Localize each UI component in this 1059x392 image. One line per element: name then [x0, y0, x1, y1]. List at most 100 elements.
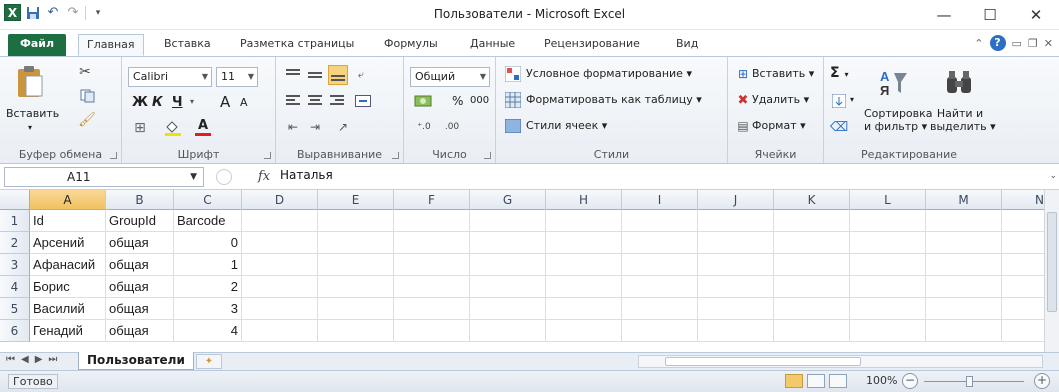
cell-N5[interactable] [1002, 298, 1044, 320]
minimize-button[interactable]: — [921, 0, 967, 30]
cell-F5[interactable] [394, 298, 470, 320]
cell-L6[interactable] [850, 320, 926, 342]
tab-page-layout[interactable]: Разметка страницы [232, 34, 362, 56]
cell-H2[interactable] [546, 232, 622, 254]
cell-I2[interactable] [622, 232, 698, 254]
align-center-icon[interactable] [306, 93, 324, 109]
page-break-view-button[interactable] [829, 374, 847, 388]
align-bottom-icon[interactable] [328, 65, 348, 85]
column-header[interactable]: I [622, 190, 698, 210]
cell-M2[interactable] [926, 232, 1002, 254]
bold-button[interactable]: Ж [132, 95, 148, 110]
delete-cells-button[interactable]: Удалить ▾ [752, 93, 809, 106]
cell-B4[interactable]: общая [106, 276, 174, 298]
zoom-level[interactable]: 100% [866, 374, 897, 387]
fill-dropdown-icon[interactable]: ▾ [850, 95, 854, 104]
cell-C3[interactable]: 1 [174, 254, 242, 276]
tab-view[interactable]: Вид [668, 34, 706, 56]
help-icon[interactable]: ? [989, 35, 1006, 51]
cell-F2[interactable] [394, 232, 470, 254]
sheet-tab-active[interactable]: Пользователи [78, 352, 194, 370]
cell-C4[interactable]: 2 [174, 276, 242, 298]
zoom-in-button[interactable]: + [1034, 373, 1050, 389]
cell-H3[interactable] [546, 254, 622, 276]
cell-I4[interactable] [622, 276, 698, 298]
vertical-scroll-thumb[interactable] [1047, 212, 1057, 312]
row-header[interactable]: 6 [0, 320, 30, 342]
cell-L4[interactable] [850, 276, 926, 298]
cell-K1[interactable] [774, 210, 850, 232]
cell-A3[interactable]: Афанасий [30, 254, 106, 276]
cell-E3[interactable] [318, 254, 394, 276]
format-as-table-button[interactable]: Форматировать как таблицу ▾ [526, 93, 702, 106]
cell-J5[interactable] [698, 298, 774, 320]
merge-center-icon[interactable] [352, 93, 374, 109]
collapse-ribbon-icon[interactable]: ⌃ [974, 37, 983, 50]
cell-L2[interactable] [850, 232, 926, 254]
horizontal-scrollbar[interactable] [638, 355, 1043, 368]
page-layout-view-button[interactable] [807, 374, 825, 388]
insert-sheet-icon[interactable]: ✦ [196, 354, 222, 369]
zoom-slider-thumb[interactable] [966, 376, 973, 387]
clear-icon[interactable]: ⌫ [830, 119, 848, 135]
shrink-font-button[interactable]: A [240, 96, 248, 109]
row-header[interactable]: 1 [0, 210, 30, 232]
cell-A2[interactable]: Арсений [30, 232, 106, 254]
insert-cells-icon[interactable]: ⊞ [734, 65, 752, 83]
conditional-formatting-icon[interactable] [504, 65, 522, 83]
vertical-scrollbar[interactable] [1044, 190, 1059, 352]
insert-function-button[interactable]: fx [258, 169, 270, 184]
next-sheet-icon[interactable]: ▶ [35, 354, 43, 365]
find-select-label-1[interactable]: Найти и [930, 107, 990, 120]
cell-N1[interactable] [1002, 210, 1044, 232]
cell-B6[interactable]: общая [106, 320, 174, 342]
text-orientation-icon[interactable]: ↗ [332, 119, 354, 135]
cell-D6[interactable] [242, 320, 318, 342]
cell-I5[interactable] [622, 298, 698, 320]
cell-A1[interactable]: Id [30, 210, 106, 232]
cell-A5[interactable]: Василий [30, 298, 106, 320]
column-header[interactable]: G [470, 190, 546, 210]
row-header[interactable]: 4 [0, 276, 30, 298]
cell-B3[interactable]: общая [106, 254, 174, 276]
cell-B2[interactable]: общая [106, 232, 174, 254]
workbook-close-icon[interactable]: ✕ [1044, 37, 1053, 50]
thousands-button[interactable]: 000 [470, 95, 489, 106]
cell-I3[interactable] [622, 254, 698, 276]
row-header[interactable]: 5 [0, 298, 30, 320]
cell-H6[interactable] [546, 320, 622, 342]
cell-K5[interactable] [774, 298, 850, 320]
cell-C6[interactable]: 4 [174, 320, 242, 342]
currency-format-icon[interactable] [412, 93, 434, 109]
cut-icon[interactable]: ✂ [76, 63, 94, 81]
column-header[interactable]: F [394, 190, 470, 210]
cell-L3[interactable] [850, 254, 926, 276]
cell-J6[interactable] [698, 320, 774, 342]
cell-I6[interactable] [622, 320, 698, 342]
decrease-indent-icon[interactable]: ⇤ [284, 119, 302, 135]
format-painter-icon[interactable]: 🖌 [78, 111, 96, 129]
row-header[interactable]: 3 [0, 254, 30, 276]
paste-button[interactable]: Вставить [6, 107, 59, 120]
tab-formulas[interactable]: Формулы [376, 34, 446, 56]
select-all-corner[interactable] [0, 190, 30, 210]
zoom-out-button[interactable]: − [902, 373, 918, 389]
cell-B1[interactable]: GroupId [106, 210, 174, 232]
paste-dropdown-icon[interactable]: ▾ [22, 121, 38, 134]
number-format-combo[interactable]: Общий ▼ [410, 67, 490, 87]
cell-K2[interactable] [774, 232, 850, 254]
cell-D3[interactable] [242, 254, 318, 276]
cell-H4[interactable] [546, 276, 622, 298]
alignment-launcher-icon[interactable] [392, 152, 399, 159]
cell-N6[interactable] [1002, 320, 1044, 342]
tab-file[interactable]: Файл [8, 34, 66, 56]
column-header[interactable]: N [1002, 190, 1044, 210]
cell-C1[interactable]: Barcode [174, 210, 242, 232]
last-sheet-icon[interactable]: ⏭ [48, 354, 57, 365]
format-as-table-icon[interactable] [504, 91, 522, 109]
tab-home[interactable]: Главная [78, 34, 144, 56]
cell-styles-icon[interactable] [504, 117, 522, 135]
cell-L1[interactable] [850, 210, 926, 232]
cell-K4[interactable] [774, 276, 850, 298]
font-color-icon[interactable]: A [192, 117, 214, 137]
